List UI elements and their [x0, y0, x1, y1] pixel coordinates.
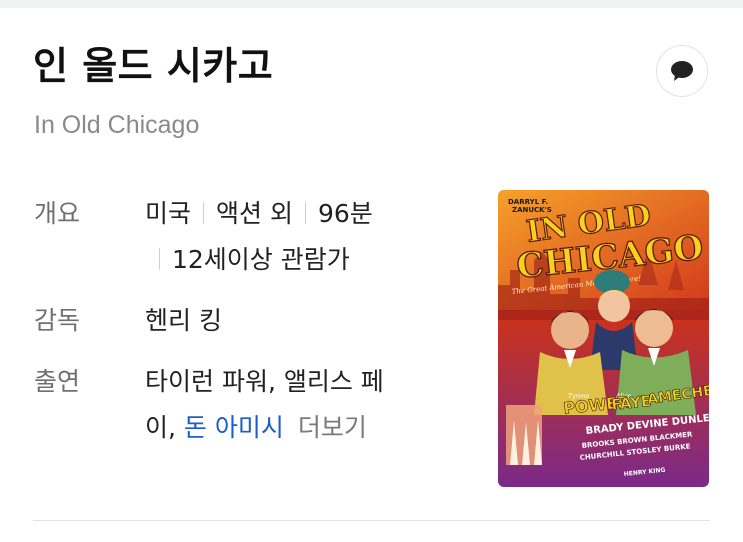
separator — [304, 202, 306, 224]
director-name: 헨리 킹 — [145, 306, 222, 335]
more-link[interactable]: 더보기 — [298, 413, 367, 442]
top-strip — [0, 0, 743, 8]
section-divider — [33, 520, 710, 521]
poster-art: DARRYL F. ZANUCK'S IN OLD CHICAGO The Gr… — [498, 190, 709, 487]
cast-value: 타이런 파워, 앨리스 페이, 돈 아미시 더보기 — [145, 359, 455, 451]
separator — [159, 248, 160, 270]
page-title: 인 올드 시카고 — [33, 44, 274, 88]
overview-label: 개요 — [34, 199, 81, 228]
country: 미국 — [145, 199, 192, 228]
movie-poster[interactable]: DARRYL F. ZANUCK'S IN OLD CHICAGO The Gr… — [498, 190, 709, 487]
age-rating: 12세이상 관람가 — [172, 245, 350, 274]
poster-producer: DARRYL F. — [508, 198, 548, 206]
cast-names-cont: 이, — [145, 413, 176, 442]
director-value: 헨리 킹 — [145, 298, 455, 344]
original-title: In Old Chicago — [34, 111, 200, 139]
genre: 액션 외 — [216, 199, 293, 228]
cast-names: 타이런 파워, 앨리스 페 — [145, 367, 384, 396]
runtime: 96분 — [317, 199, 373, 228]
chat-button[interactable] — [656, 45, 708, 97]
speech-bubble-icon — [671, 61, 693, 81]
separator — [203, 202, 205, 224]
cast-link[interactable]: 돈 아미시 — [184, 413, 284, 442]
cast-label: 출연 — [34, 367, 81, 396]
director-label: 감독 — [34, 306, 81, 335]
overview-value: 미국 액션 외 96분 12세이상 관람가 — [145, 191, 455, 283]
